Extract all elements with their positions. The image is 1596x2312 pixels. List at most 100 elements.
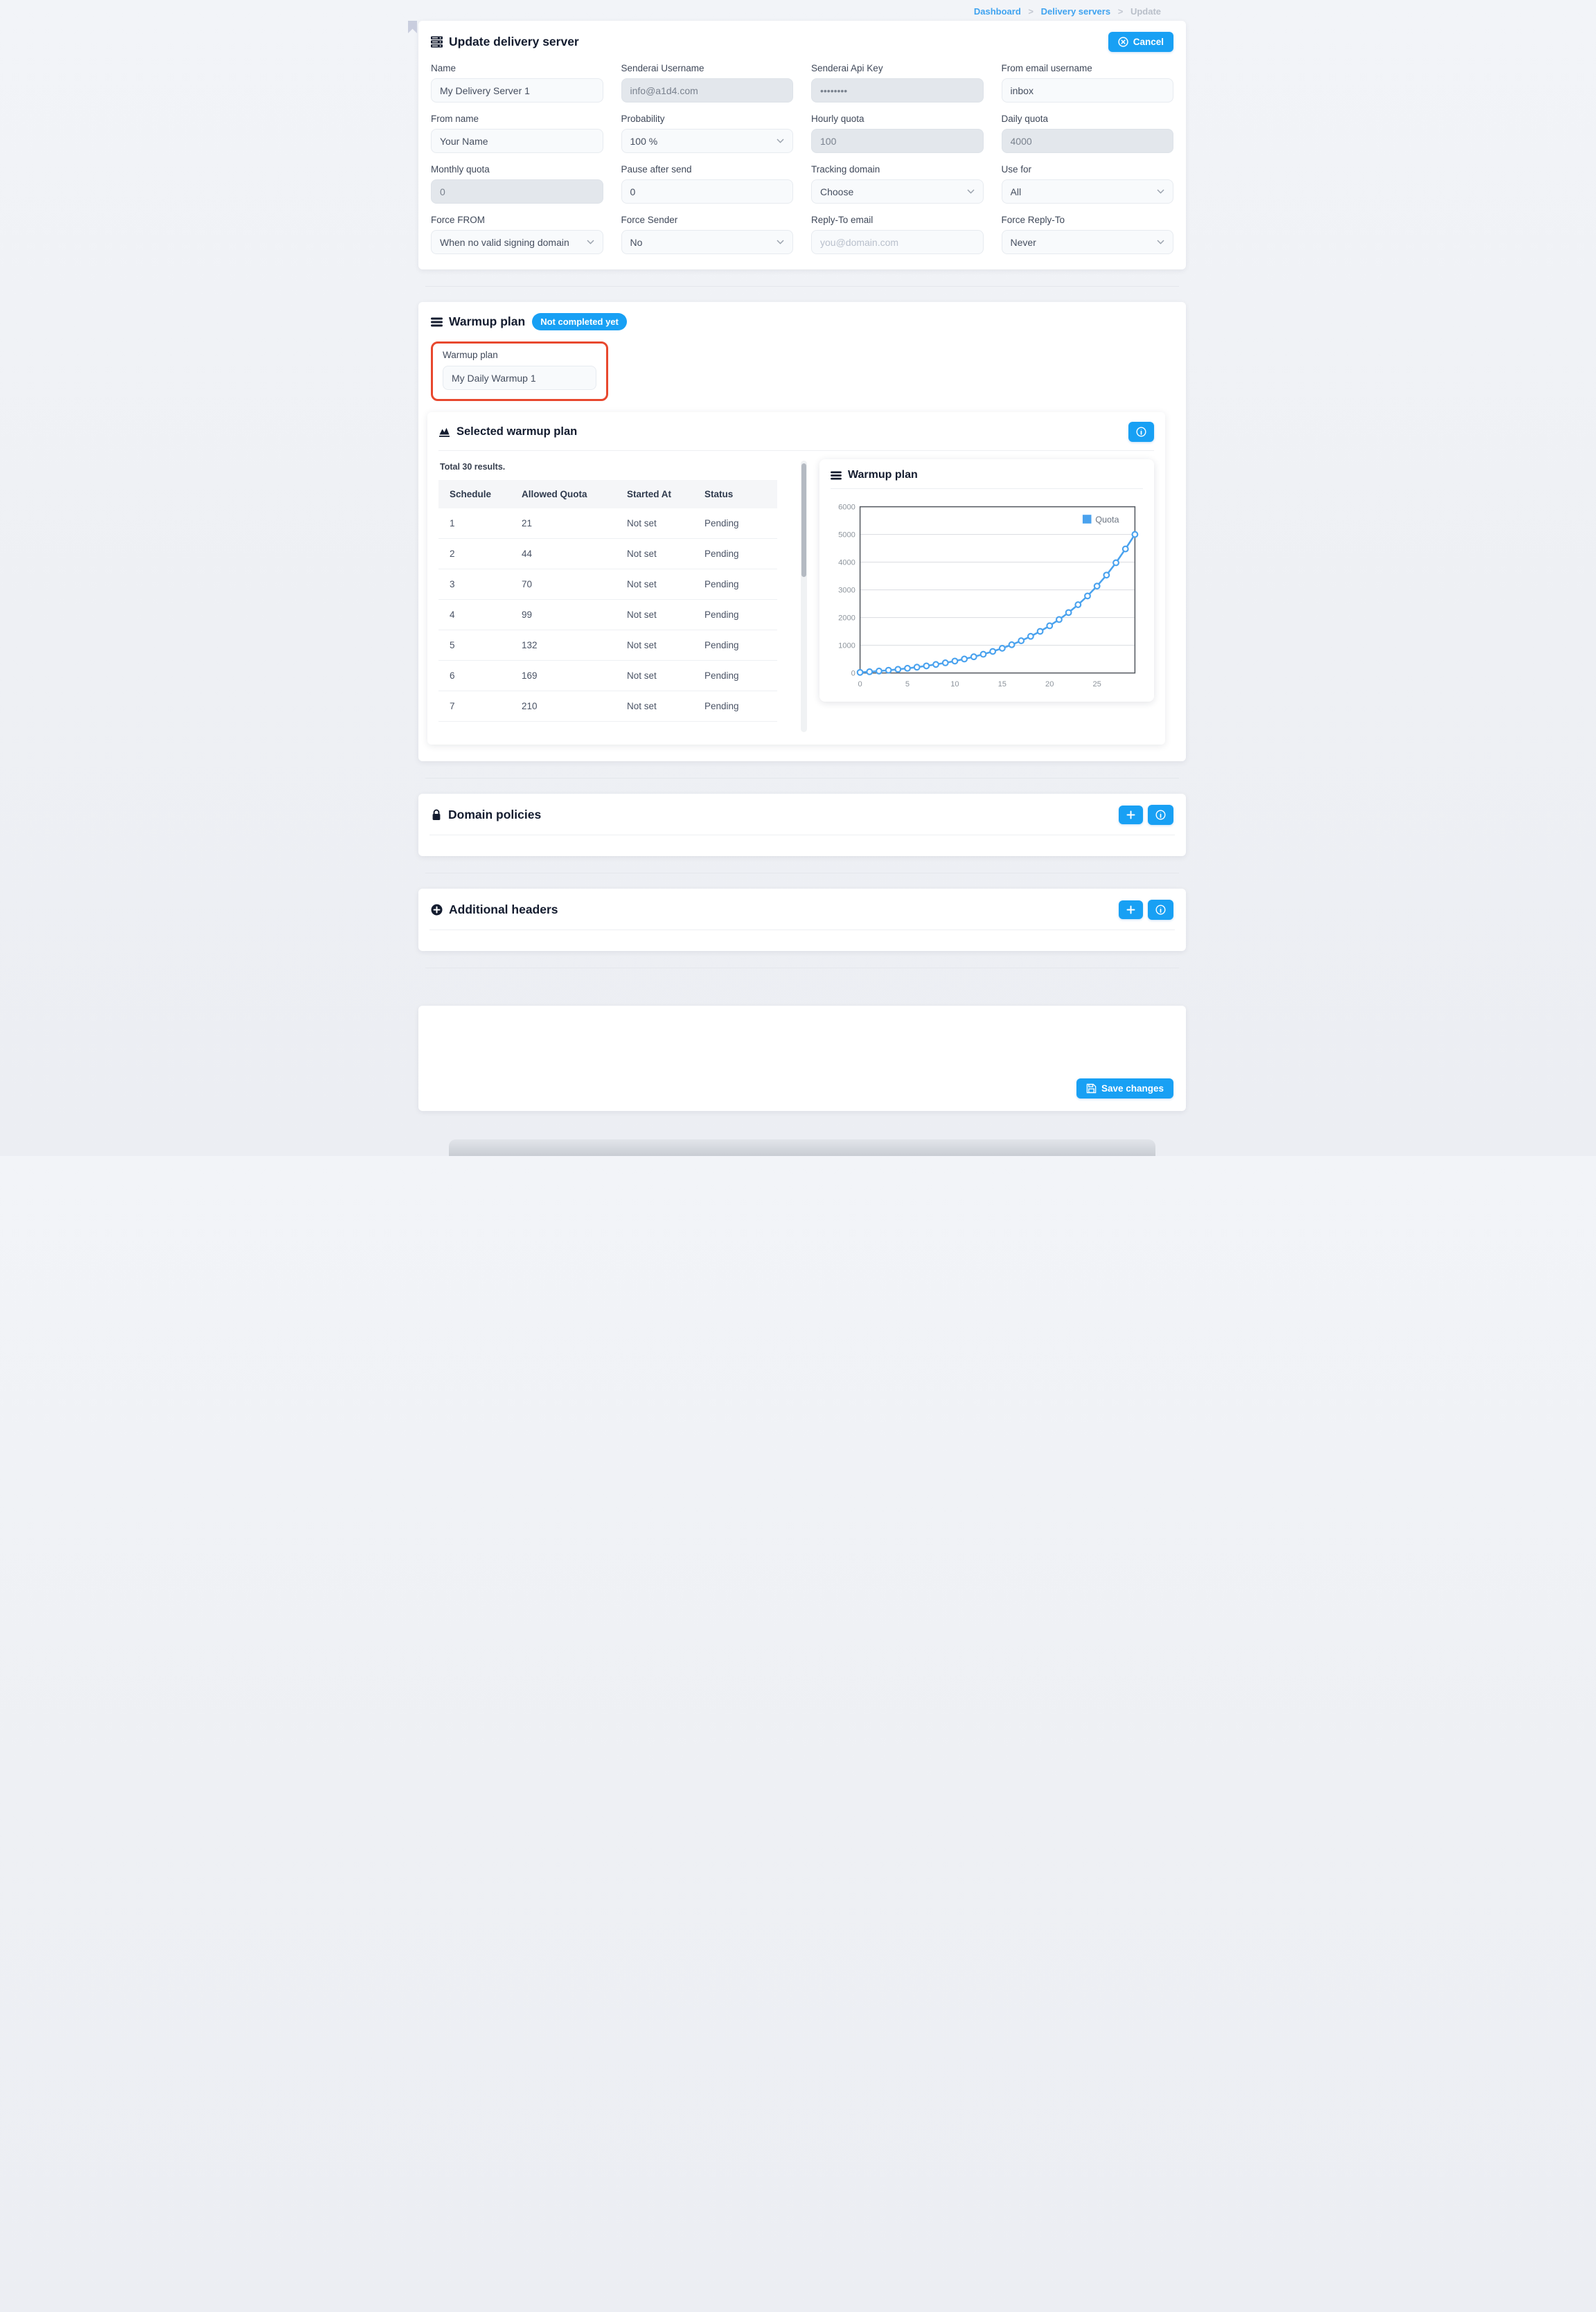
field-daily-quota: Daily quota: [1002, 114, 1174, 153]
breadcrumb-delivery-servers[interactable]: Delivery servers: [1041, 6, 1110, 17]
additional-headers-title: Additional headers: [431, 902, 558, 917]
table-cell: Not set: [619, 691, 696, 722]
table-cell: 99: [513, 600, 619, 630]
table-row: 244Not setPending: [438, 539, 777, 569]
from-email-username-input[interactable]: [1002, 78, 1174, 103]
column-header: Status: [696, 480, 777, 508]
svg-text:3000: 3000: [838, 586, 855, 594]
chevron-down-icon: [777, 240, 784, 244]
field-label: Senderai Username: [621, 63, 794, 73]
reply-to-email-input[interactable]: [811, 230, 984, 254]
pause-after-send-input[interactable]: [621, 179, 794, 204]
lock-icon: [431, 809, 442, 821]
table-cell: Pending: [696, 661, 777, 691]
form-actions-card: Save changes: [418, 1006, 1186, 1111]
domain-policies-title: Domain policies: [431, 808, 541, 822]
senderai-api-key-input: [811, 78, 984, 103]
schedule-table-section: Total 30 results. Schedule Allowed Quota…: [438, 459, 788, 732]
svg-text:5000: 5000: [838, 531, 855, 539]
force-from-select[interactable]: When no valid signing domain: [431, 230, 603, 254]
select-value: No: [630, 237, 773, 248]
probability-select[interactable]: 100 %: [621, 129, 794, 153]
scrollbar-thumb[interactable]: [801, 463, 806, 577]
force-sender-select[interactable]: No: [621, 230, 794, 254]
additional-headers-card: Additional headers: [418, 889, 1186, 951]
warmup-plan-title: Warmup plan: [431, 314, 525, 329]
total-results-text: Total 30 results.: [440, 462, 788, 472]
warmup-plan-input[interactable]: [443, 366, 596, 390]
field-probability: Probability 100 %: [621, 114, 794, 153]
table-cell: Pending: [696, 600, 777, 630]
field-from-name: From name: [431, 114, 603, 153]
warmup-chart-card: Warmup plan 0100020003000400050006000051…: [819, 459, 1154, 702]
use-for-select[interactable]: All: [1002, 179, 1174, 204]
info-icon: [1155, 905, 1166, 915]
footer-strip: [449, 1139, 1155, 1156]
svg-text:10: 10: [950, 680, 959, 688]
table-cell: Pending: [696, 569, 777, 600]
select-value: Choose: [820, 186, 963, 197]
field-label: Daily quota: [1002, 114, 1174, 124]
info-button[interactable]: [1128, 422, 1154, 442]
chevron-down-icon: [1157, 240, 1164, 244]
table-cell: Not set: [619, 661, 696, 691]
table-row: 6169Not setPending: [438, 661, 777, 691]
daily-quota-input: [1002, 129, 1174, 153]
field-label: From name: [431, 114, 603, 124]
cancel-button[interactable]: Cancel: [1108, 32, 1173, 52]
select-value: When no valid signing domain: [440, 237, 583, 248]
field-from-email-username: From email username: [1002, 63, 1174, 103]
add-domain-policy-button[interactable]: [1119, 806, 1143, 824]
breadcrumb: Dashboard > Delivery servers > Update: [418, 0, 1186, 21]
table-cell: Not set: [619, 630, 696, 661]
field-label: From email username: [1002, 63, 1174, 73]
field-label: Hourly quota: [811, 114, 984, 124]
breadcrumb-dashboard[interactable]: Dashboard: [974, 6, 1021, 17]
field-label: Tracking domain: [811, 164, 984, 175]
field-label: Force FROM: [431, 215, 603, 225]
table-scrollbar[interactable]: [801, 461, 807, 732]
field-label: Force Reply-To: [1002, 215, 1174, 225]
monthly-quota-input: [431, 179, 603, 204]
schedule-table: Schedule Allowed Quota Started At Status…: [438, 480, 777, 722]
table-cell: Not set: [619, 569, 696, 600]
page-title: Update delivery server: [431, 35, 579, 49]
name-input[interactable]: [431, 78, 603, 103]
plus-icon: [1126, 905, 1135, 914]
update-delivery-server-card: Update delivery server Cancel Name Sende…: [418, 21, 1186, 269]
table-cell: Not set: [619, 539, 696, 569]
table-cell: 6: [438, 661, 513, 691]
column-header: Schedule: [438, 480, 513, 508]
info-button[interactable]: [1148, 900, 1173, 920]
chevron-down-icon: [587, 240, 594, 244]
save-icon: [1086, 1083, 1097, 1094]
table-row: 5132Not setPending: [438, 630, 777, 661]
field-label: Warmup plan: [443, 350, 596, 360]
save-changes-button[interactable]: Save changes: [1076, 1078, 1173, 1099]
plus-circle-icon: [431, 904, 443, 916]
server-icon: [431, 36, 443, 48]
svg-text:Quota: Quota: [1095, 515, 1119, 524]
svg-text:15: 15: [998, 680, 1007, 688]
domain-policies-body: [418, 835, 1186, 856]
table-row: 499Not setPending: [438, 600, 777, 630]
menu-bars-icon: [431, 317, 443, 327]
field-reply-to-email: Reply-To email: [811, 215, 984, 254]
from-name-input[interactable]: [431, 129, 603, 153]
field-force-from: Force FROM When no valid signing domain: [431, 215, 603, 254]
table-cell: 4: [438, 600, 513, 630]
table-cell: Pending: [696, 508, 777, 539]
info-button[interactable]: [1148, 805, 1173, 825]
status-badge: Not completed yet: [532, 313, 627, 330]
table-cell: 132: [513, 630, 619, 661]
selected-warmup-panel: Selected warmup plan Total 30 results. S…: [427, 412, 1165, 745]
add-header-button[interactable]: [1119, 900, 1143, 919]
field-pause-after-send: Pause after send: [621, 164, 794, 204]
chart-divider: [831, 488, 1143, 489]
field-label: Probability: [621, 114, 794, 124]
domain-policies-card: Domain policies: [418, 794, 1186, 856]
breadcrumb-separator: >: [1118, 6, 1124, 17]
force-reply-to-select[interactable]: Never: [1002, 230, 1174, 254]
field-monthly-quota: Monthly quota: [431, 164, 603, 204]
tracking-domain-select[interactable]: Choose: [811, 179, 984, 204]
